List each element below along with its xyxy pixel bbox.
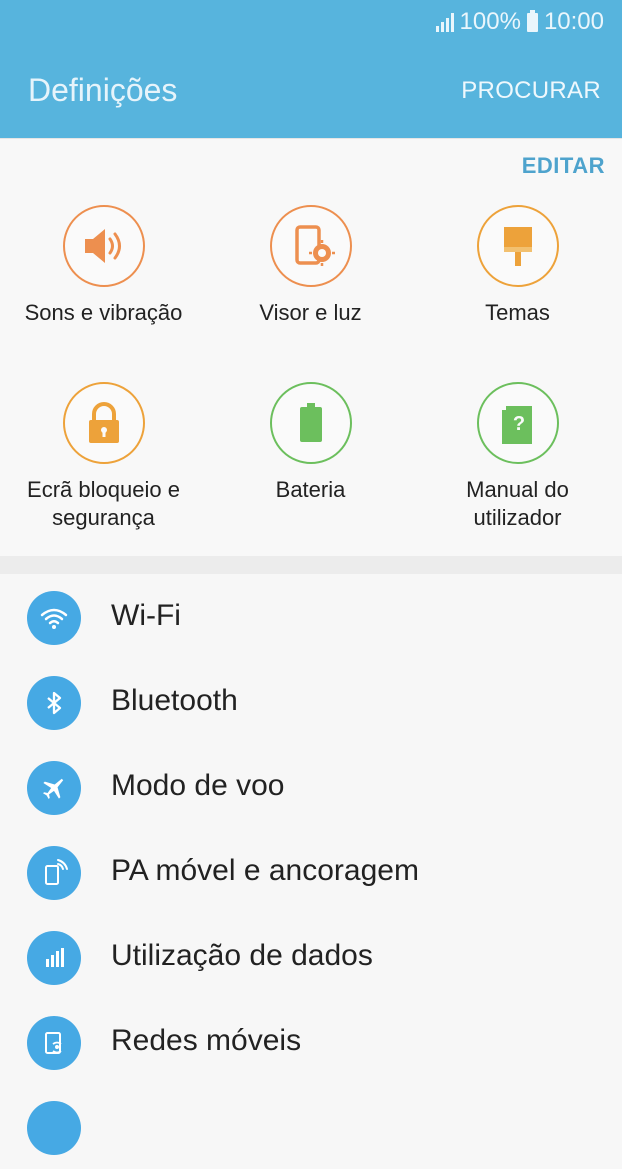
search-button[interactable]: PROCURAR: [461, 77, 601, 105]
app-header: 100% 10:00 Definições PROCURAR: [0, 0, 622, 138]
tile-user-manual[interactable]: ? Manual do utilizador: [414, 382, 621, 532]
list-item-label: PA móvel e ancoragem: [111, 854, 419, 887]
mobile-network-icon: [27, 1016, 81, 1070]
tile-label: Manual do utilizador: [466, 477, 569, 530]
lock-icon: [62, 382, 145, 464]
edit-button[interactable]: EDITAR: [522, 153, 605, 179]
clock: 10:00: [543, 8, 604, 35]
help-book-icon: ?: [476, 382, 559, 464]
airplane-icon: [27, 761, 81, 815]
tile-label: Sons e vibração: [24, 300, 183, 325]
settings-icon: [27, 1101, 81, 1155]
list-item-data-usage[interactable]: Utilização de dados: [0, 914, 622, 999]
list-item-airplane-mode[interactable]: Modo de voo: [0, 744, 622, 829]
paintbrush-icon: [476, 205, 559, 287]
list-item-partial[interactable]: [0, 1084, 622, 1169]
tile-label: Temas: [485, 300, 550, 325]
wifi-icon: [27, 591, 81, 645]
data-usage-icon: [27, 931, 81, 985]
list-item-label: Wi-Fi: [111, 599, 181, 632]
tile-label: Visor e luz: [259, 300, 362, 325]
list-item-hotspot-tethering[interactable]: PA móvel e ancoragem: [0, 829, 622, 914]
list-item-label: Utilização de dados: [111, 939, 373, 972]
tile-sounds-vibration[interactable]: Sons e vibração: [0, 205, 207, 327]
svg-text:?: ?: [512, 413, 524, 435]
battery-status-icon: [526, 9, 538, 32]
page-title: Definições: [28, 72, 178, 108]
bluetooth-icon: [27, 676, 81, 730]
tile-label: Bateria: [275, 477, 346, 502]
battery-icon: [269, 382, 352, 464]
section-divider: [0, 556, 622, 574]
list-item-label: Modo de voo: [111, 769, 285, 802]
tile-themes[interactable]: Temas: [414, 205, 621, 327]
list-item-mobile-networks[interactable]: Redes móveis: [0, 999, 622, 1084]
tile-battery[interactable]: Bateria: [207, 382, 414, 504]
signal-icon: [435, 12, 454, 32]
tile-lock-security[interactable]: Ecrã bloqueio e segurança: [0, 382, 207, 532]
list-item-label: Redes móveis: [111, 1024, 302, 1057]
list-item-wifi[interactable]: Wi-Fi: [0, 574, 622, 659]
hotspot-icon: [27, 846, 81, 900]
speaker-icon: [62, 205, 145, 287]
settings-list: Wi-Fi Bluetooth Modo de voo PA móvel e a…: [0, 574, 622, 1169]
status-bar: 100% 10:00: [435, 8, 604, 36]
tile-label: Ecrã bloqueio e segurança: [27, 477, 180, 530]
battery-percent: 100%: [459, 8, 521, 35]
list-item-label: Bluetooth: [111, 684, 238, 717]
quick-settings-panel: EDITAR Sons e vibração Visor e luz Temas…: [0, 138, 622, 557]
tile-display-light[interactable]: Visor e luz: [207, 205, 414, 327]
display-brightness-icon: [269, 205, 352, 287]
list-item-bluetooth[interactable]: Bluetooth: [0, 659, 622, 744]
